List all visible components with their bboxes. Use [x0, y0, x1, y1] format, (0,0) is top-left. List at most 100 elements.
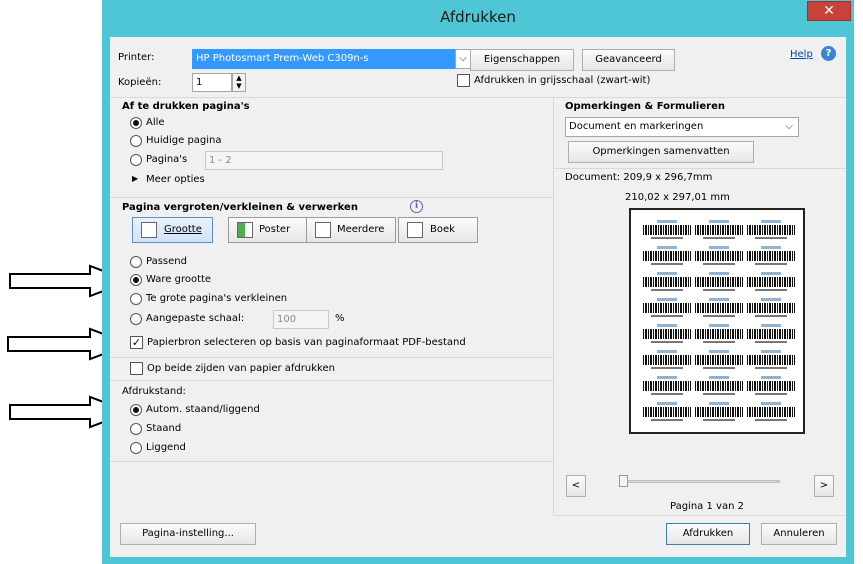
- label-text-line: [651, 289, 683, 291]
- booklet-button-label: Boek: [430, 224, 455, 235]
- label-logo: [761, 272, 781, 275]
- page-slider-track[interactable]: [620, 480, 780, 483]
- radio-auto-orientation[interactable]: [130, 404, 142, 416]
- preview-barcode-label: [747, 402, 795, 424]
- custom-scale-input[interactable]: 100: [273, 310, 329, 329]
- barcode-icon: [747, 407, 795, 417]
- label-logo: [761, 402, 781, 405]
- preview-barcode-label: [747, 350, 795, 372]
- label-logo: [657, 324, 677, 327]
- label-text-line: [651, 393, 683, 395]
- multiple-button[interactable]: Meerdere: [306, 217, 396, 243]
- label-text-line: [703, 263, 735, 265]
- label-text-line: [755, 289, 787, 291]
- printer-label: Printer:: [118, 52, 155, 63]
- grayscale-checkbox[interactable]: [457, 74, 470, 87]
- comments-select-value: Document en markeringen: [569, 121, 704, 132]
- divider: [110, 357, 553, 358]
- preview-barcode-label: [747, 246, 795, 268]
- barcode-icon: [695, 407, 743, 417]
- radio-all[interactable]: [130, 117, 142, 129]
- radio-landscape-label: Liggend: [146, 442, 186, 453]
- radio-portrait-label: Staand: [146, 423, 182, 434]
- barcode-icon: [643, 251, 691, 261]
- radio-actual-size-label: Ware grootte: [146, 274, 212, 285]
- preview-barcode-label: [695, 298, 743, 320]
- booklet-button[interactable]: Boek: [398, 217, 478, 243]
- label-text-line: [755, 315, 787, 317]
- barcode-icon: [747, 251, 795, 261]
- divider: [554, 168, 846, 169]
- page-range-input[interactable]: 1 - 2: [205, 151, 443, 170]
- help-icon[interactable]: ?: [821, 46, 836, 61]
- preview-barcode-label: [747, 272, 795, 294]
- preview-barcode-label: [747, 324, 795, 346]
- preview-barcode-label: [695, 324, 743, 346]
- label-logo: [761, 376, 781, 379]
- title-bar: Afdrukken ✕: [102, 0, 854, 36]
- printer-select[interactable]: HP Photosmart Prem-Web C309n-s: [192, 49, 455, 69]
- label-logo: [657, 402, 677, 405]
- label-text-line: [703, 315, 735, 317]
- label-text-line: [755, 341, 787, 343]
- next-page-button[interactable]: >: [814, 475, 834, 497]
- poster-button-label: Poster: [259, 224, 291, 235]
- size-button[interactable]: Grootte: [132, 217, 213, 243]
- barcode-icon: [747, 225, 795, 235]
- label-text-line: [755, 393, 787, 395]
- preview-barcode-label: [643, 350, 691, 372]
- radio-portrait[interactable]: [130, 423, 142, 435]
- label-logo: [709, 350, 729, 353]
- size-icon: [141, 222, 157, 238]
- radio-landscape[interactable]: [130, 442, 142, 454]
- more-options-link[interactable]: Meer opties: [146, 174, 205, 185]
- pages-heading: Af te drukken pagina's: [122, 101, 250, 112]
- barcode-icon: [747, 355, 795, 365]
- radio-shrink-label: Te grote pagina's verkleinen: [146, 293, 288, 304]
- cancel-button[interactable]: Annuleren: [761, 523, 837, 545]
- properties-button[interactable]: Eigenschappen: [470, 49, 574, 71]
- copies-spinner[interactable]: ▲ ▼: [232, 73, 246, 92]
- info-icon[interactable]: i: [410, 200, 423, 213]
- radio-actual-size[interactable]: [130, 274, 142, 286]
- radio-pages[interactable]: [130, 154, 142, 166]
- dialog-body: Printer: HP Photosmart Prem-Web C309n-s …: [110, 37, 846, 557]
- help-link[interactable]: Help: [790, 49, 813, 60]
- expand-triangle-icon[interactable]: ▶: [132, 174, 138, 183]
- label-text-line: [651, 419, 683, 421]
- label-text-line: [703, 341, 735, 343]
- close-button[interactable]: ✕: [807, 1, 851, 21]
- page-slider-thumb[interactable]: [619, 475, 628, 487]
- radio-fit[interactable]: [130, 256, 142, 268]
- barcode-icon: [695, 329, 743, 339]
- label-logo: [709, 324, 729, 327]
- poster-button[interactable]: Poster: [228, 217, 309, 243]
- paper-source-checkbox[interactable]: ✓: [130, 336, 143, 349]
- label-logo: [761, 298, 781, 301]
- barcode-icon: [695, 225, 743, 235]
- divider: [110, 380, 553, 381]
- radio-current-page[interactable]: [130, 135, 142, 147]
- comments-select[interactable]: Document en markeringen ⌵: [565, 117, 799, 137]
- label-logo: [657, 350, 677, 353]
- vertical-divider: [553, 97, 554, 515]
- summarize-comments-button[interactable]: Opmerkingen samenvatten: [568, 141, 754, 163]
- print-button[interactable]: Afdrukken: [666, 523, 750, 545]
- advanced-button[interactable]: Geavanceerd: [582, 49, 675, 71]
- radio-custom-scale[interactable]: [130, 313, 142, 325]
- label-text-line: [703, 419, 735, 421]
- duplex-checkbox[interactable]: [130, 362, 143, 375]
- barcode-icon: [695, 251, 743, 261]
- paper-source-label: Papierbron selecteren op basis van pagin…: [147, 337, 466, 348]
- page-setup-button[interactable]: Pagina-instelling...: [120, 523, 256, 545]
- label-logo: [709, 402, 729, 405]
- multiple-pages-icon: [315, 222, 331, 238]
- orientation-heading: Afdrukstand:: [122, 386, 186, 397]
- label-logo: [709, 220, 729, 223]
- sizing-heading: Pagina vergroten/verkleinen & verwerken: [122, 202, 358, 213]
- label-logo: [657, 246, 677, 249]
- copies-input[interactable]: 1: [192, 73, 232, 92]
- previous-page-button[interactable]: <: [566, 475, 586, 497]
- preview-barcode-label: [747, 376, 795, 398]
- radio-shrink[interactable]: [130, 293, 142, 305]
